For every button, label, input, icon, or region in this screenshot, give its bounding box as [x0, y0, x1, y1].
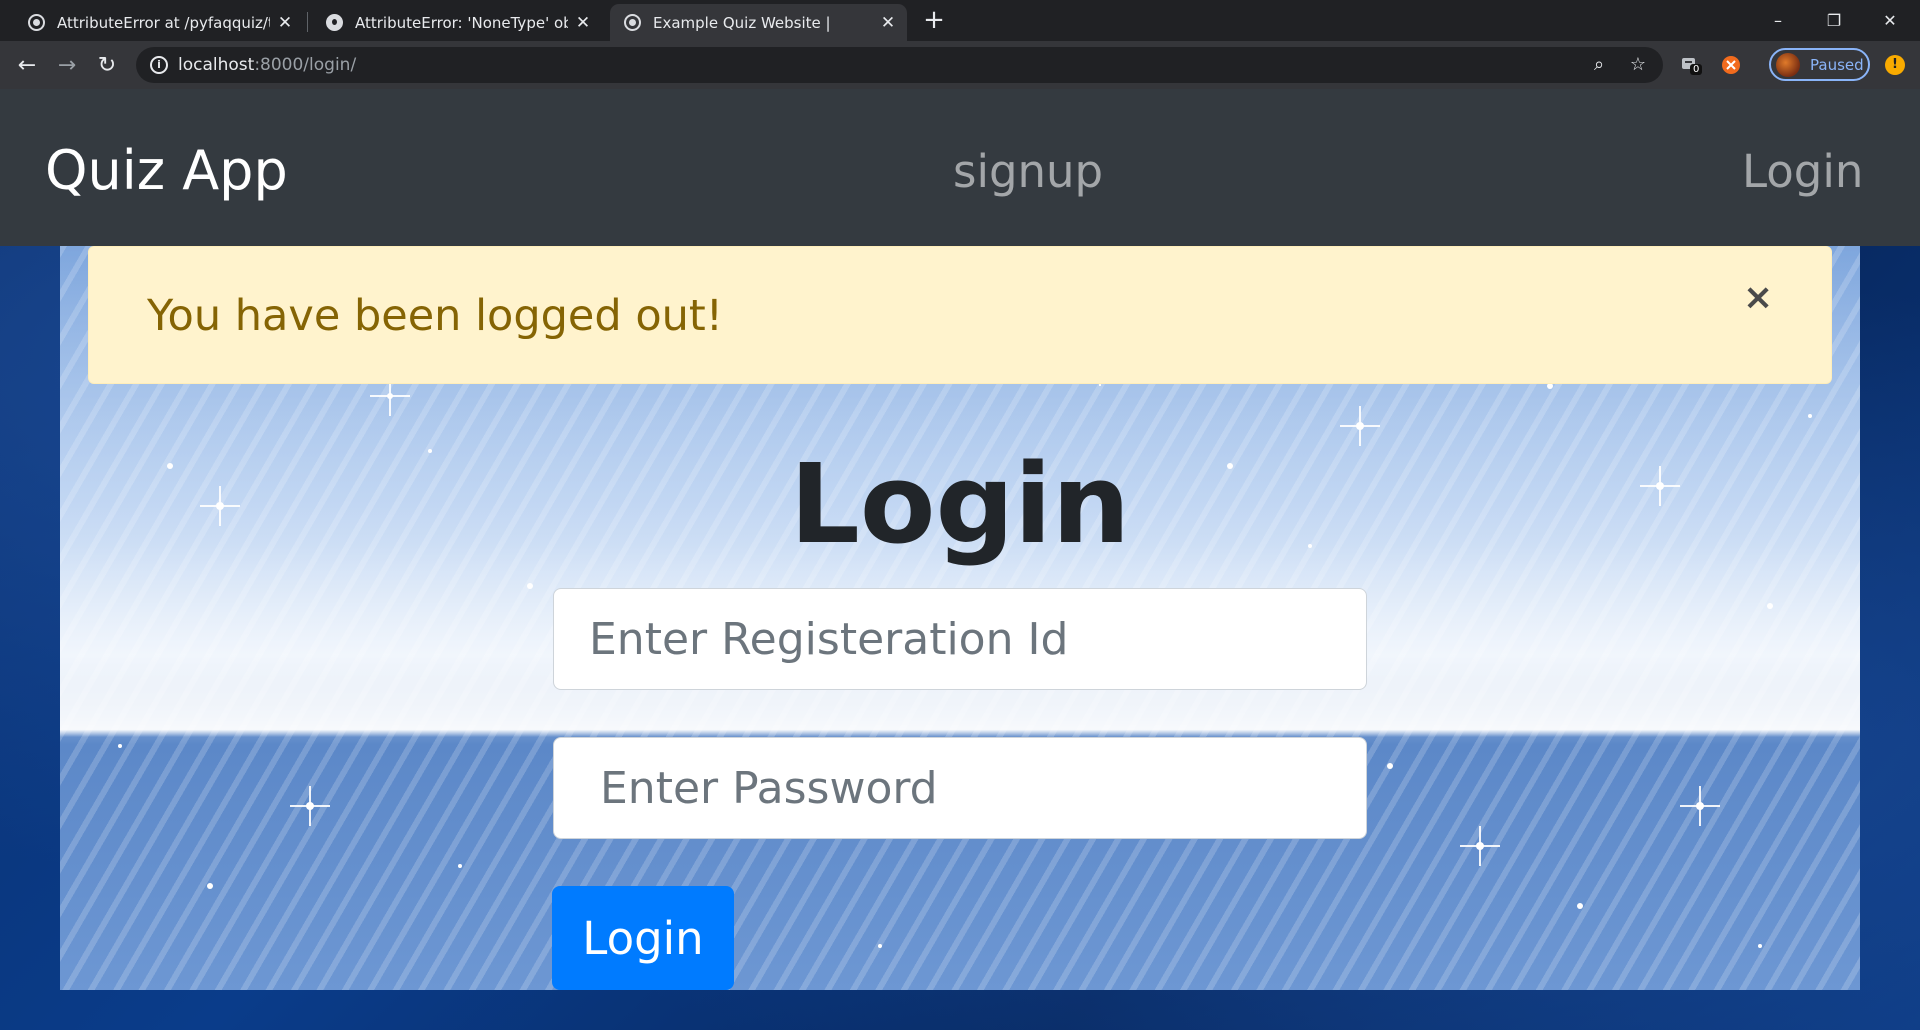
tab-strip: AttributeError at /pyfaqquiz/take ✕ Attr…: [0, 0, 1920, 41]
minimize-button[interactable]: –: [1750, 0, 1806, 41]
alert-message: You have been logged out!: [147, 291, 724, 341]
nav-link-signup[interactable]: signup: [953, 145, 1103, 198]
tab-title: Example Quiz Website |: [653, 13, 831, 32]
tab-3-active[interactable]: Example Quiz Website | ✕: [610, 4, 907, 41]
tab-separator: [307, 12, 308, 32]
brand-link[interactable]: Quiz App: [45, 139, 288, 202]
update-icon[interactable]: !: [1885, 55, 1905, 75]
extension-orange-icon[interactable]: [1719, 53, 1743, 77]
url-host: localhost: [178, 55, 255, 75]
password-input[interactable]: [554, 738, 1366, 838]
login-button[interactable]: Login: [552, 886, 734, 990]
star-icon[interactable]: ☆: [1627, 54, 1649, 76]
registration-id-input[interactable]: [554, 589, 1366, 689]
profile-label: Paused: [1810, 56, 1864, 74]
restore-button[interactable]: ❐: [1806, 0, 1862, 41]
close-window-button[interactable]: ✕: [1862, 0, 1918, 41]
forward-icon[interactable]: →: [51, 49, 83, 81]
tab-1[interactable]: AttributeError at /pyfaqquiz/take ✕: [14, 4, 304, 41]
zoom-icon[interactable]: ⌕: [1588, 54, 1610, 76]
tab-title: AttributeError: 'NoneType' object: [355, 13, 568, 32]
back-icon[interactable]: ←: [11, 49, 43, 81]
logout-alert: You have been logged out! ×: [88, 246, 1832, 384]
alert-close-icon[interactable]: ×: [1743, 277, 1773, 318]
new-tab-button[interactable]: +: [920, 7, 948, 35]
page-title: Login: [789, 440, 1131, 568]
globe-icon: [28, 14, 45, 31]
tab-title: AttributeError at /pyfaqquiz/take: [57, 13, 270, 32]
registration-id-field[interactable]: [553, 588, 1367, 690]
avatar: [1776, 53, 1800, 77]
address-bar[interactable]: i localhost:8000/login/ ⌕ ☆: [136, 47, 1663, 83]
extension-icon[interactable]: 0: [1678, 53, 1703, 77]
close-tab-icon[interactable]: ✕: [276, 13, 294, 33]
tab-2[interactable]: AttributeError: 'NoneType' object ✕: [312, 4, 602, 41]
password-field[interactable]: [553, 737, 1367, 839]
close-tab-icon[interactable]: ✕: [574, 13, 592, 33]
reload-icon[interactable]: ↻: [91, 49, 123, 81]
extension-badge: 0: [1690, 64, 1703, 75]
site-info-icon[interactable]: i: [150, 56, 168, 74]
nav-link-login[interactable]: Login: [1742, 145, 1863, 198]
close-tab-icon[interactable]: ✕: [879, 13, 897, 33]
url-path: :8000/login/: [254, 55, 357, 75]
browser-toolbar: ← → ↻ i localhost:8000/login/ ⌕ ☆ 0 Paus…: [0, 41, 1920, 89]
globe-icon: [624, 14, 641, 31]
profile-button[interactable]: Paused: [1769, 48, 1870, 81]
url-text[interactable]: localhost:8000/login/: [178, 55, 356, 75]
github-icon: [326, 14, 343, 31]
